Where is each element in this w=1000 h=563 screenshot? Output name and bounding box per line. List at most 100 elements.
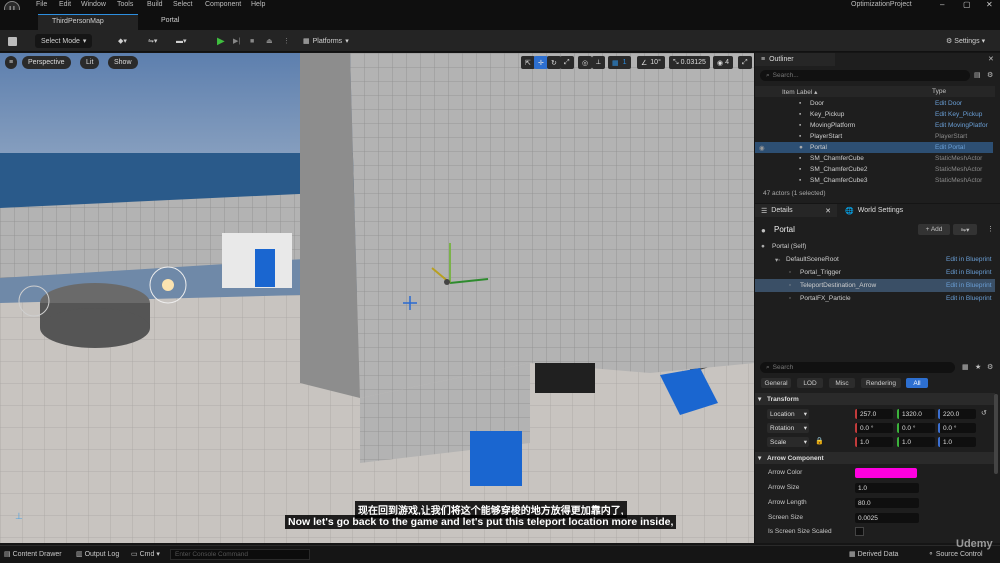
- menu-select[interactable]: Select: [173, 1, 192, 8]
- tab-portal[interactable]: Portal: [145, 14, 225, 30]
- section-transform[interactable]: ▾ Transform: [755, 393, 995, 405]
- source-control-button[interactable]: ⚬ Source Control: [928, 550, 983, 558]
- component-row[interactable]: ◦ TeleportDestination_Arrow Edit in Bluepr…: [755, 279, 995, 292]
- edit-in-blueprint-link[interactable]: Edit in Blueprint: [946, 256, 992, 263]
- angle-snap-icon[interactable]: ∠ 10°: [637, 56, 665, 69]
- outliner-row[interactable]: ◉ ● Portal Edit Portal: [755, 142, 993, 153]
- rotate-tool-icon[interactable]: ↻: [547, 56, 561, 69]
- outliner-row-type[interactable]: Edit Portal: [935, 144, 965, 151]
- maximize-viewport-icon[interactable]: ⤢: [738, 56, 752, 69]
- maximize-icon[interactable]: ▢: [963, 0, 971, 9]
- grid-snap-icon[interactable]: ▦ 1: [608, 56, 631, 69]
- outliner-row[interactable]: ▪ Door Edit Door: [755, 98, 993, 109]
- console-input[interactable]: Enter Console Command: [170, 549, 310, 560]
- details-scrollbar[interactable]: [994, 394, 998, 474]
- outliner-row-type[interactable]: Edit Door: [935, 100, 962, 107]
- gear-icon[interactable]: ⚙: [987, 71, 993, 79]
- outliner-row[interactable]: ▪ SM_ChamferCube StaticMeshActor: [755, 153, 993, 164]
- world-space-icon[interactable]: ◎: [578, 56, 593, 69]
- rotation-x-field[interactable]: 0.0 °: [855, 423, 893, 433]
- eye-icon[interactable]: ◉: [759, 144, 765, 152]
- menu-help[interactable]: Help: [251, 1, 265, 8]
- column-item-label[interactable]: Item Label ▴: [782, 88, 817, 96]
- component-row[interactable]: ▾◦ DefaultSceneRoot Edit in Blueprint: [755, 253, 995, 266]
- filter-misc[interactable]: Misc: [829, 378, 855, 388]
- screen-size-field[interactable]: 0.0025: [855, 513, 919, 523]
- outliner-row[interactable]: ▪ MovingPlatform Edit MovingPlatfor: [755, 120, 993, 131]
- outliner-row-type[interactable]: Edit Key_Pickup: [935, 111, 982, 118]
- details-search-input[interactable]: ⌕ Search: [760, 362, 955, 373]
- outliner-row[interactable]: ▪ Key_Pickup Edit Key_Pickup: [755, 109, 993, 120]
- settings-button[interactable]: ⚙ Settings ▾: [946, 34, 985, 48]
- add-component-button[interactable]: + Add: [918, 224, 950, 235]
- blueprint-icon[interactable]: ⇋▾: [148, 34, 157, 48]
- close-icon[interactable]: ✕: [825, 207, 831, 215]
- menu-build[interactable]: Build: [147, 1, 163, 8]
- scale-y-field[interactable]: 1.0: [897, 437, 935, 447]
- menu-component[interactable]: Component: [205, 1, 241, 8]
- save-icon[interactable]: [8, 34, 20, 48]
- rotation-dropdown[interactable]: Rotation ▾: [767, 423, 809, 433]
- add-folder-icon[interactable]: ▤: [974, 71, 981, 79]
- rotation-z-field[interactable]: 0.0 °: [938, 423, 976, 433]
- scale-tool-icon[interactable]: ⤢: [560, 56, 574, 69]
- cmd-dropdown[interactable]: ▭ Cmd ▾: [131, 550, 160, 558]
- component-row[interactable]: ◦ PortalFX_Particle Edit in Blueprint: [755, 292, 995, 305]
- rotation-y-field[interactable]: 0.0 °: [897, 423, 935, 433]
- tab-details[interactable]: ☰ Details ✕: [755, 204, 837, 217]
- platforms-button[interactable]: ▦ Platforms ▾: [303, 34, 349, 48]
- scene-render[interactable]: [0, 53, 754, 543]
- stop-icon[interactable]: ■: [250, 34, 254, 48]
- lock-icon[interactable]: 🔒: [815, 437, 824, 445]
- outliner-row[interactable]: ▪ SM_ChamferCube3 StaticMeshActor: [755, 175, 993, 186]
- eject-icon[interactable]: ⏏: [266, 34, 273, 48]
- component-row[interactable]: ◦ Portal_Trigger Edit in Blueprint: [755, 266, 995, 279]
- translate-tool-icon[interactable]: ✛: [534, 56, 548, 69]
- component-row[interactable]: ● Portal (Self): [755, 240, 995, 253]
- location-z-field[interactable]: 220.0: [938, 409, 976, 419]
- location-y-field[interactable]: 1320.0: [897, 409, 935, 419]
- close-icon[interactable]: ✕: [986, 0, 993, 9]
- blueprint-options-icon[interactable]: ⇋▾: [953, 224, 977, 235]
- tab-thirdpersonmap[interactable]: ThirdPersonMap: [38, 14, 138, 30]
- surface-snap-icon[interactable]: ⟂: [592, 56, 605, 69]
- screen-size-scaled-checkbox[interactable]: [855, 527, 864, 536]
- scale-dropdown[interactable]: Scale ▾: [767, 437, 809, 447]
- menu-window[interactable]: Window: [81, 1, 106, 8]
- arrow-color-swatch[interactable]: [855, 468, 917, 478]
- select-tool-icon[interactable]: ⇱: [521, 56, 535, 69]
- edit-in-blueprint-link[interactable]: Edit in Blueprint: [946, 282, 992, 289]
- arrow-size-field[interactable]: 1.0: [855, 483, 919, 493]
- scale-z-field[interactable]: 1.0: [938, 437, 976, 447]
- step-icon[interactable]: ▶|: [233, 34, 240, 48]
- content-drawer-button[interactable]: ▤ Content Drawer: [4, 550, 62, 558]
- derived-data-button[interactable]: ▦ Derived Data: [849, 550, 898, 558]
- select-mode-button[interactable]: Select Mode ▾: [35, 34, 93, 48]
- filter-all[interactable]: All: [906, 378, 928, 388]
- scale-snap-icon[interactable]: ⤡ 0.03125: [669, 56, 710, 69]
- filter-general[interactable]: General: [761, 378, 791, 388]
- menu-file[interactable]: File: [36, 1, 47, 8]
- outliner-row-type[interactable]: Edit MovingPlatfor: [935, 122, 988, 129]
- show-button[interactable]: Show: [108, 56, 138, 69]
- menu-edit[interactable]: Edit: [59, 1, 71, 8]
- reset-icon[interactable]: ↺: [981, 409, 987, 417]
- output-log-button[interactable]: ▥ Output Log: [76, 550, 119, 558]
- grid-view-icon[interactable]: ▦: [962, 363, 969, 371]
- location-dropdown[interactable]: Location ▾: [767, 409, 809, 419]
- outliner-search-input[interactable]: ⌕ Search...: [760, 70, 970, 81]
- add-content-icon[interactable]: ◆▾: [118, 34, 127, 48]
- section-arrow-component[interactable]: ▾ Arrow Component: [755, 452, 995, 464]
- arrow-length-field[interactable]: 80.0: [855, 498, 919, 508]
- location-x-field[interactable]: 257.0: [855, 409, 893, 419]
- menu-tools[interactable]: Tools: [117, 1, 133, 8]
- play-icon[interactable]: ▶: [217, 34, 225, 48]
- filter-rendering[interactable]: Rendering: [861, 378, 901, 388]
- scale-x-field[interactable]: 1.0: [855, 437, 893, 447]
- edit-in-blueprint-link[interactable]: Edit in Blueprint: [946, 269, 992, 276]
- more-icon[interactable]: ⋮: [987, 225, 994, 233]
- star-icon[interactable]: ★: [975, 363, 981, 371]
- viewport-menu-button[interactable]: ≡: [5, 56, 18, 69]
- edit-in-blueprint-link[interactable]: Edit in Blueprint: [946, 295, 992, 302]
- level-viewport[interactable]: ≡ Perspective Lit Show ⇱ ✛ ↻ ⤢ ◎ ⟂ ▦ 1 ∠…: [0, 53, 754, 543]
